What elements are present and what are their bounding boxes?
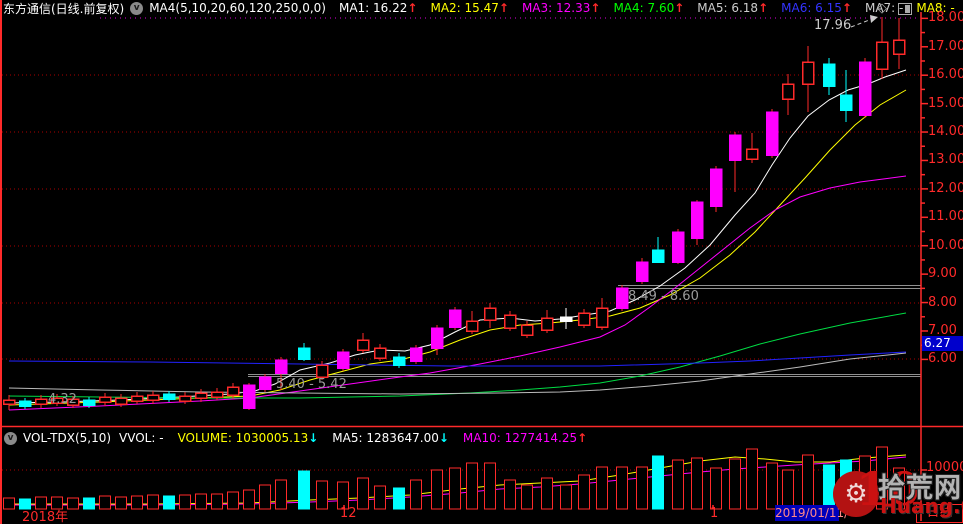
price-tick-label: 15.00	[928, 95, 963, 111]
high-price-label: 17.96	[814, 18, 852, 33]
vvol-value: VVOL: -	[119, 431, 164, 445]
axis-year-label: 2018年	[22, 510, 69, 524]
ma-value: MA3: 12.33	[521, 1, 591, 15]
price-tick-label: 9.00	[928, 266, 957, 282]
ma-formula[interactable]: MA4(5,10,20,60,120,250,0,0)	[149, 1, 326, 15]
ma-values: MA1: 16.22↑ MA2: 15.47↑ MA3: 12.33↑ MA4: 7.…	[326, 1, 955, 15]
volume-axis-label: 10000	[926, 460, 963, 475]
ma-value: MA5: 6.18	[697, 1, 759, 15]
volume-indicator-label[interactable]: VOL-TDX(5,10)	[23, 431, 111, 445]
ma250-day-line	[8, 351, 907, 367]
ma-trend-arrow-icon: ↑	[407, 1, 418, 15]
volume-down-arrow-icon: ↓	[308, 431, 319, 445]
ma-value: MA2: 15.47	[430, 1, 499, 15]
ma-value: MA4: 7.60	[613, 1, 675, 15]
period-selector[interactable]: 日线	[916, 504, 963, 523]
volume-ma10-up-arrow-icon: ↑	[577, 431, 588, 445]
ma-trend-arrow-icon: ↑	[498, 1, 509, 15]
volume-ma5-value: MA5: 1283647.00	[332, 431, 439, 445]
price-tag: 6.27	[922, 336, 963, 351]
price-tick-label: 17.00	[928, 38, 963, 54]
ma-trend-arrow-icon: ↑	[758, 1, 769, 15]
main-chart-header: 东方通信(日线.前复权) v MA4(5,10,20,60,120,250,0,…	[0, 0, 955, 16]
ma-trend-arrow-icon: ↑	[841, 1, 852, 15]
price-tick-label: 14.00	[928, 124, 963, 140]
selected-date-box: 2019/01/11/五	[775, 505, 848, 524]
volume-ma5-down-arrow-icon: ↓	[438, 431, 449, 445]
price-tick-label: 18.00	[928, 10, 963, 26]
ma-value: MA6: 6.15	[781, 1, 842, 15]
gap-label-high: 8.49 - 8.60	[628, 289, 699, 304]
window-restore-icon[interactable]	[898, 3, 912, 15]
axis-month-dec-label: 12	[340, 506, 357, 521]
price-tick-label: 13.00	[928, 152, 963, 168]
ma-value: MA1: 16.22	[338, 1, 408, 15]
high-arrow-annotation	[850, 15, 878, 28]
volume-header: v VOL-TDX(5,10) VVOL: - VOLUME: 1030005.…	[0, 430, 587, 446]
gap-label-mid: 5.40 - 5.42	[276, 377, 347, 392]
volume-layer	[2, 446, 906, 510]
diamond-icon[interactable]: ◇	[877, 2, 887, 15]
volume-value: VOLUME: 1030005.13	[177, 431, 309, 445]
collapse-chevron-icon[interactable]: v	[130, 1, 144, 15]
period-label: 日线	[926, 505, 953, 520]
price-tick-label: 6.00	[928, 351, 957, 367]
collapse-chevron-icon[interactable]: v	[4, 431, 17, 445]
stock-title[interactable]: 东方通信(日线.前复权)	[3, 0, 124, 17]
tdx-chart-window: 东方通信(日线.前复权) v MA4(5,10,20,60,120,250,0,…	[0, 0, 963, 524]
selected-date: 2019/01/11/	[775, 506, 849, 520]
price-tick-label: 11.00	[928, 209, 963, 225]
ma120-day-line	[8, 352, 907, 395]
gap-label-low: 4.32	[48, 392, 77, 407]
price-tick-label: 12.00	[928, 180, 963, 196]
ma-trend-arrow-icon: ↑	[590, 1, 601, 15]
ma-trend-arrow-icon: ↑	[674, 1, 685, 15]
price-tick-label: 10.00	[928, 237, 963, 253]
price-tick-label: 16.00	[928, 67, 963, 83]
volume-ma10-value: MA10: 1277414.25	[462, 431, 578, 445]
price-tick-label: 8.00	[928, 294, 957, 310]
axis-month-jan-label: 1	[710, 506, 719, 521]
